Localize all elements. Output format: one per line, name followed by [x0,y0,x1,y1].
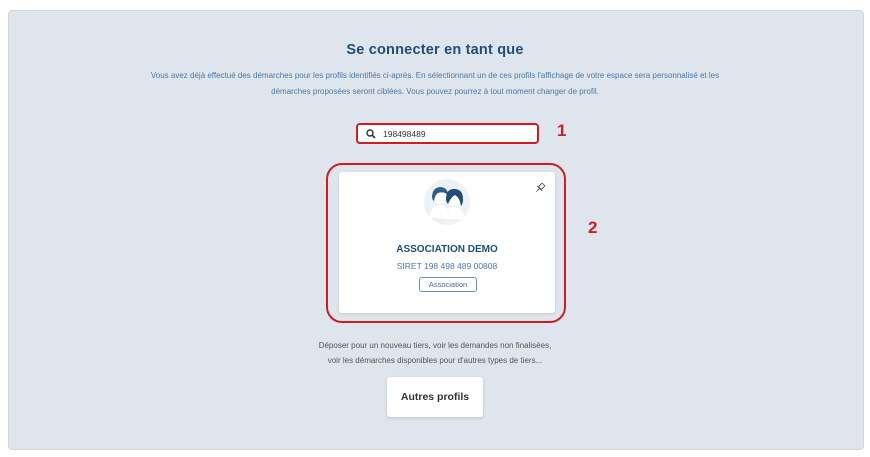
profile-name: ASSOCIATION DEMO [396,244,498,255]
other-profiles-button[interactable]: Autres profils [387,377,483,417]
footer-line-2: voir les démarches disponibles pour d'au… [327,356,543,365]
search-input[interactable] [383,128,523,139]
annotation-marker-2: 2 [588,218,598,237]
pin-icon[interactable] [534,181,546,193]
footer-line-1: Déposer pour un nouveau tiers, voir les … [318,341,552,350]
page-description: Vous avez déjà effectué des démarches po… [150,71,720,96]
group-avatar-icon [423,178,471,226]
page-title: Se connecter en tant que [346,42,524,58]
profile-card[interactable]: ASSOCIATION DEMO SIRET 198 498 489 00808… [339,172,555,313]
annotation-marker-1: 1 [557,121,567,140]
profile-siret: SIRET 198 498 489 00808 [396,261,498,271]
other-profiles-description: Déposer pour un nouveau tiers, voir les … [250,338,620,368]
search-box[interactable] [356,123,539,144]
search-icon [366,127,380,141]
profile-type-badge: Association [419,277,477,292]
